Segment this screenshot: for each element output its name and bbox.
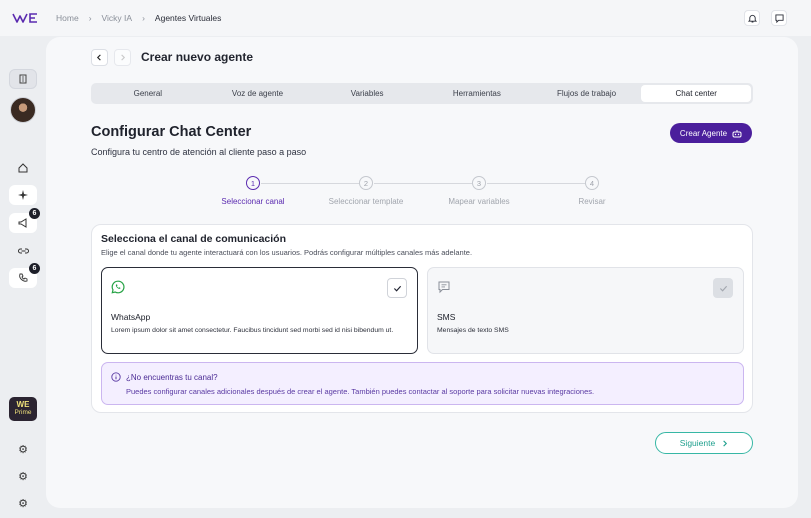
sidebar-item-settings-3[interactable]: ⚙ — [9, 493, 37, 513]
gear-icon: ⚙ — [18, 470, 28, 483]
notification-badge: 6 — [29, 208, 40, 219]
create-agent-label: Crear Agente — [679, 128, 728, 138]
tab-bar: General Voz de agente Variables Herramie… — [91, 83, 753, 104]
sidebar-item-campaigns[interactable]: 6 — [9, 208, 40, 233]
gear-icon: ⚙ — [18, 497, 28, 510]
link-icon — [17, 248, 29, 254]
whatsapp-title: WhatsApp — [111, 312, 151, 322]
sparkle-icon — [18, 190, 28, 200]
prime-logo: WE — [16, 400, 30, 409]
bell-icon — [747, 14, 757, 23]
chevron-right-icon — [121, 54, 126, 61]
gear-icon: ⚙ — [18, 443, 28, 456]
step-3-label: Mapear variables — [448, 197, 510, 206]
sms-title: SMS — [437, 312, 456, 322]
sidebar-item-building[interactable] — [9, 69, 37, 89]
chevron-right-icon: › — [142, 13, 145, 23]
notification-button[interactable] — [744, 10, 760, 26]
chevron-right-icon — [723, 439, 728, 447]
chevron-left-icon — [96, 54, 101, 61]
stepper: 1 Seleccionar canal 2 Seleccionar templa… — [216, 176, 626, 208]
info-title: ¿No encuentras tu canal? — [126, 373, 218, 382]
step-1-label: Seleccionar canal — [221, 197, 285, 206]
top-bar: Home › Vicky IA › Agentes Virtuales — [0, 0, 811, 36]
section-subtitle: Configura tu centro de atención al clien… — [91, 147, 307, 157]
breadcrumb-current: Agentes Virtuales — [154, 13, 222, 23]
check-icon — [719, 285, 727, 292]
phone-icon — [19, 273, 28, 282]
sidebar-item-ai[interactable] — [9, 185, 37, 205]
step-connector — [261, 183, 359, 184]
sidebar-item-home[interactable] — [9, 158, 37, 178]
channel-card: Selecciona el canal de comunicación Elig… — [91, 224, 753, 413]
whatsapp-icon — [111, 280, 125, 294]
sms-checkbox[interactable] — [713, 278, 733, 298]
sidebar-item-settings-2[interactable]: ⚙ — [9, 466, 37, 486]
next-button[interactable]: Siguiente — [655, 432, 753, 454]
sidebar-item-integrations[interactable] — [9, 241, 37, 261]
building-icon — [19, 74, 27, 84]
message-icon — [438, 281, 450, 294]
channel-option-whatsapp[interactable]: WhatsApp Lorem ipsum dolor sit amet cons… — [101, 267, 418, 354]
sidebar-item-settings-1[interactable]: ⚙ — [9, 439, 37, 459]
channel-card-title: Selecciona el canal de comunicación — [101, 233, 286, 245]
megaphone-icon — [18, 218, 27, 228]
tab-variables[interactable]: Variables — [312, 85, 422, 102]
whatsapp-description: Lorem ipsum dolor sit amet consectetur. … — [111, 327, 394, 334]
create-agent-button[interactable]: Crear Agente — [670, 123, 752, 143]
next-label: Siguiente — [679, 438, 716, 448]
breadcrumb-vicky[interactable]: Vicky IA — [102, 13, 133, 23]
info-banner: ¿No encuentras tu canal? Puedes configur… — [101, 362, 744, 405]
channel-card-subtitle: Elige el canal donde tu agente interactu… — [101, 248, 473, 257]
step-4-circle[interactable]: 4 — [585, 176, 599, 190]
robot-icon — [732, 129, 742, 137]
tab-voz-de-agente[interactable]: Voz de agente — [203, 85, 313, 102]
back-button[interactable] — [91, 49, 108, 66]
chat-button[interactable] — [771, 10, 787, 26]
main-panel: Crear nuevo agente General Voz de agente… — [46, 37, 798, 508]
tab-chat-center[interactable]: Chat center — [641, 85, 752, 102]
forward-button[interactable] — [114, 49, 131, 66]
channel-option-sms[interactable]: SMS Mensajes de texto SMS — [427, 267, 744, 354]
page-title: Crear nuevo agente — [141, 50, 254, 64]
tab-herramientas[interactable]: Herramientas — [422, 85, 532, 102]
whatsapp-checkbox[interactable] — [387, 278, 407, 298]
we-logo[interactable] — [12, 12, 38, 24]
info-text: Puedes configurar canales adicionales de… — [126, 387, 595, 396]
step-3-circle[interactable]: 3 — [472, 176, 486, 190]
sidebar: 6 6 WE Prime ⚙ ⚙ ⚙ — [0, 36, 46, 518]
step-connector — [487, 183, 585, 184]
check-icon — [393, 285, 401, 292]
prime-button[interactable]: WE Prime — [9, 397, 37, 421]
home-icon — [18, 163, 28, 173]
avatar[interactable] — [10, 97, 36, 123]
sidebar-item-calls[interactable]: 6 — [9, 263, 40, 288]
notification-badge: 6 — [29, 263, 40, 274]
step-connector — [374, 183, 472, 184]
chat-icon — [774, 13, 784, 23]
section-title: Configurar Chat Center — [91, 124, 252, 140]
step-4-label: Revisar — [578, 197, 606, 206]
chevron-right-icon: › — [88, 13, 92, 23]
breadcrumb: Home › Vicky IA › Agentes Virtuales — [56, 13, 221, 23]
tab-general[interactable]: General — [93, 85, 203, 102]
prime-label: Prime — [14, 409, 32, 416]
step-2-label: Seleccionar template — [328, 197, 404, 206]
sms-description: Mensajes de texto SMS — [437, 327, 509, 334]
step-2-circle[interactable]: 2 — [359, 176, 373, 190]
breadcrumb-home[interactable]: Home — [56, 13, 79, 23]
step-1-circle[interactable]: 1 — [246, 176, 260, 190]
tab-flujos-de-trabajo[interactable]: Flujos de trabajo — [532, 85, 642, 102]
info-icon — [111, 372, 121, 382]
